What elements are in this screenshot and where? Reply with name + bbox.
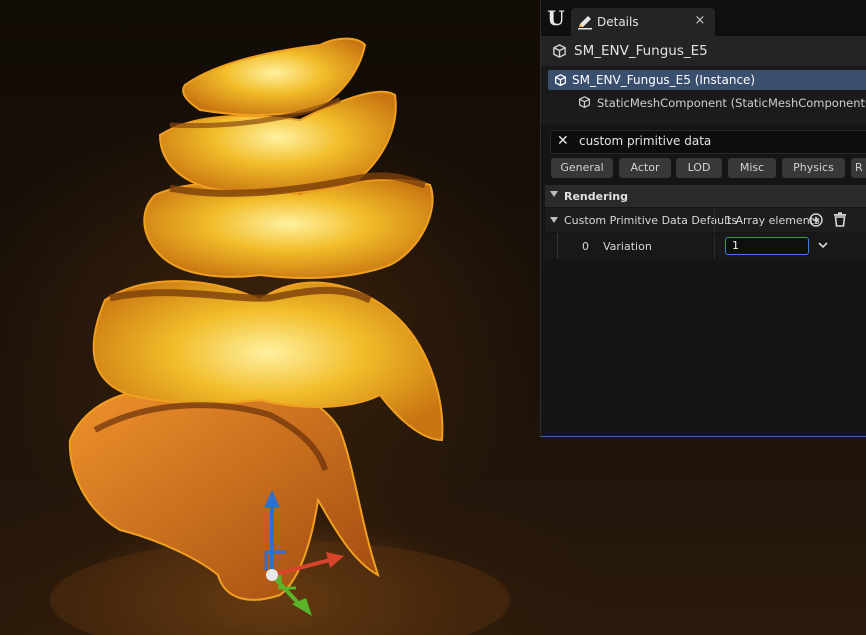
- pencil-icon: [578, 16, 592, 30]
- array-count: 1 Array elements: [725, 214, 820, 227]
- gizmo-origin[interactable]: [266, 569, 278, 581]
- filter-actor[interactable]: Actor: [619, 158, 671, 178]
- tab-details[interactable]: Details ×: [571, 8, 715, 36]
- selected-actor-title: SM_ENV_Fungus_E5: [574, 43, 708, 59]
- chevron-down-icon[interactable]: [817, 240, 829, 250]
- static-mesh-cube-icon: [578, 96, 591, 109]
- array-element-name: Variation: [603, 240, 652, 253]
- tree-item-instance[interactable]: SM_ENV_Fungus_E5 (Instance): [548, 70, 866, 90]
- delete-elements-icon[interactable]: [833, 212, 847, 227]
- clear-search-icon[interactable]: ✕: [557, 133, 569, 149]
- tree-item-component-label: StaticMeshComponent (StaticMeshComponent…: [597, 96, 866, 110]
- static-mesh-cube-icon: [554, 74, 567, 87]
- ue-logo-icon[interactable]: U: [545, 6, 567, 30]
- details-panel: U Details × SM_ENV_Fungus_E5 SM_ENV_Fung…: [540, 0, 866, 437]
- array-element-row: 0 Variation 1: [545, 233, 866, 259]
- tab-details-label: Details: [597, 15, 639, 29]
- indent-guide: [557, 233, 558, 259]
- filter-lod[interactable]: LOD: [676, 158, 722, 178]
- filter-misc[interactable]: Misc: [728, 158, 776, 178]
- property-custom-primitive-data: Custom Primitive Data Defaults 1 Array e…: [545, 208, 866, 232]
- property-label: Custom Primitive Data Defaults: [564, 214, 738, 227]
- filter-general[interactable]: General: [551, 158, 613, 178]
- tree-item-instance-label: SM_ENV_Fungus_E5 (Instance): [572, 73, 756, 87]
- add-element-icon[interactable]: [809, 213, 823, 227]
- component-tree: SM_ENV_Fungus_E5 (Instance) StaticMeshCo…: [541, 66, 866, 124]
- expand-arrow-icon[interactable]: [550, 191, 558, 197]
- column-divider[interactable]: [714, 208, 715, 232]
- static-mesh-cube-icon: [553, 44, 566, 58]
- filter-rendering[interactable]: R: [851, 158, 866, 178]
- column-divider[interactable]: [714, 233, 715, 259]
- variation-value-input[interactable]: 1: [725, 237, 809, 255]
- filter-physics[interactable]: Physics: [782, 158, 845, 178]
- search-input-value[interactable]: custom primitive data: [579, 134, 711, 148]
- selected-actor-header: SM_ENV_Fungus_E5: [541, 36, 866, 66]
- expand-arrow-icon[interactable]: [550, 217, 558, 223]
- tree-item-component[interactable]: StaticMeshComponent (StaticMeshComponent…: [548, 92, 866, 112]
- section-rendering-label: Rendering: [564, 190, 628, 203]
- details-empty-area: [541, 259, 866, 436]
- section-rendering[interactable]: Rendering: [545, 185, 866, 207]
- tab-bar: U Details ×: [541, 0, 866, 36]
- search-input[interactable]: ✕ custom primitive data: [550, 130, 866, 154]
- close-icon[interactable]: ×: [692, 13, 708, 29]
- array-element-index: 0: [582, 240, 589, 253]
- filter-bar: General Actor LOD Misc Physics R: [551, 158, 866, 180]
